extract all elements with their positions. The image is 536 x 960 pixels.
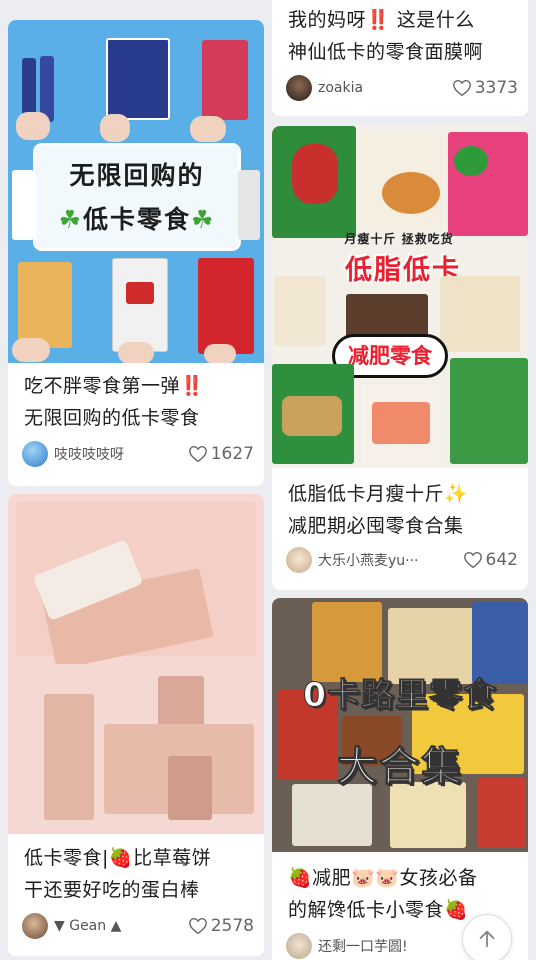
author-name[interactable]: 吱吱吱吱呀 [54, 444, 188, 464]
note-card-mask-snacks[interactable]: 我的妈呀‼️ 这是什么 神仙低卡的零食面膜啊 zoakia 3373 [272, 0, 528, 116]
cover-top-text: 月瘦十斤 拯救吃货 [344, 232, 454, 246]
note-cover-image: 月瘦十斤 拯救吃货 低脂低卡 减肥零食 [272, 126, 528, 468]
note-card-zero-cal-snacks[interactable]: 0卡路里零食 大合集 🍓减肥🐷🐷女孩必备 的解馋低卡小零食🍓 还剩一口芋圆! [272, 598, 528, 960]
note-cover-image: 无限回购的 ☘低卡零食☘ [8, 20, 264, 363]
clover-icon: ☘ [191, 205, 216, 234]
avatar[interactable] [286, 75, 312, 101]
avatar[interactable] [22, 913, 48, 939]
like-count: 2578 [210, 916, 254, 936]
note-cover-image [8, 494, 264, 834]
cover-subheadline: 低卡零食 [82, 205, 191, 234]
like-button[interactable]: 1627 [188, 444, 254, 464]
strawberry-icon: 🍓 [288, 867, 313, 889]
avatar[interactable] [22, 441, 48, 467]
note-meta: ▼ Gean ▲ 2578 [22, 912, 254, 940]
cover-sticker: 无限回购的 ☘低卡零食☘ [36, 146, 238, 248]
arrow-up-icon [479, 930, 495, 948]
like-count: 1627 [210, 444, 254, 464]
heart-outline-icon [463, 551, 482, 569]
note-card-protein-bar[interactable]: 低卡零食|🍓比草莓饼 干还要好吃的蛋白棒 ▼ Gean ▲ 2578 [8, 494, 264, 956]
note-title: 我的妈呀‼️ 这是什么 神仙低卡的零食面膜啊 [288, 9, 484, 63]
avatar[interactable] [286, 933, 312, 959]
strawberry-icon: 🍓 [108, 847, 134, 869]
note-title: 吃不胖零食第一弹‼️ 无限回购的低卡零食 [24, 375, 205, 429]
double-exclamation-icon: ‼️ [180, 375, 205, 397]
note-title: 低卡零食|🍓比草莓饼 干还要好吃的蛋白棒 [24, 847, 212, 901]
like-button[interactable]: 642 [463, 550, 518, 570]
strawberry-icon: 🍓 [444, 899, 469, 921]
author-name[interactable]: 大乐小燕麦yu··· [318, 550, 463, 570]
note-card-low-fat-snacks[interactable]: 月瘦十斤 拯救吃货 低脂低卡 减肥零食 低脂低卡月瘦十斤✨ 减肥期必囤零食合集 … [272, 126, 528, 590]
like-count: 3373 [474, 78, 518, 98]
like-button[interactable]: 2578 [188, 916, 254, 936]
author-name[interactable]: zoakia [318, 80, 452, 96]
avatar[interactable] [286, 547, 312, 573]
note-title: 低脂低卡月瘦十斤✨ 减肥期必囤零食合集 [288, 483, 469, 537]
like-button[interactable]: 3373 [452, 78, 518, 98]
pig-icon: 🐷 [351, 867, 376, 889]
heart-outline-icon [188, 917, 207, 935]
cover-headline: 0卡路里零食 [303, 675, 497, 715]
heart-outline-icon [452, 79, 471, 97]
author-name[interactable]: ▼ Gean ▲ [54, 918, 188, 934]
note-meta: zoakia 3373 [286, 74, 518, 102]
note-meta: 吱吱吱吱呀 1627 [22, 440, 254, 468]
like-count: 642 [485, 550, 518, 570]
cover-headline: 无限回购的 [69, 161, 205, 190]
pig-icon: 🐷 [375, 867, 400, 889]
clover-icon: ☘ [58, 205, 83, 234]
cover-subheadline: 大合集 [337, 744, 463, 791]
note-card-low-cal-snacks[interactable]: 无限回购的 ☘低卡零食☘ 吃不胖零食第一弹‼️ 无限回购的低卡零食 吱吱吱吱呀 [8, 20, 264, 486]
back-to-top-button[interactable] [462, 914, 512, 960]
note-cover-image: 0卡路里零食 大合集 [272, 598, 528, 852]
sparkles-icon: ✨ [444, 483, 469, 505]
heart-outline-icon [188, 445, 207, 463]
note-meta: 大乐小燕麦yu··· 642 [286, 546, 518, 574]
